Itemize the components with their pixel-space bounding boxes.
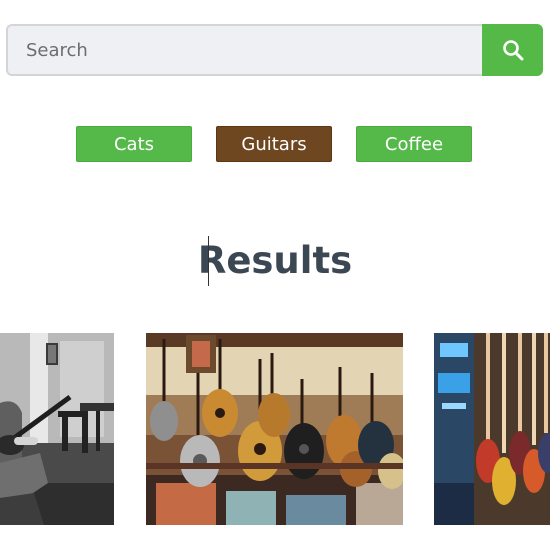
search-bar <box>6 24 543 76</box>
result-image-2[interactable] <box>146 333 403 525</box>
category-button-guitars[interactable]: Guitars <box>216 126 332 162</box>
results-heading: Results <box>197 239 353 282</box>
text-caret <box>208 236 209 286</box>
search-input[interactable] <box>6 24 482 76</box>
search-button[interactable] <box>482 24 543 76</box>
page: Cats Guitars Coffee Results <box>0 0 550 550</box>
result-image-3[interactable] <box>434 333 550 525</box>
category-button-cats[interactable]: Cats <box>76 126 192 162</box>
result-image-1[interactable] <box>0 333 114 525</box>
search-icon <box>502 40 523 61</box>
category-button-coffee[interactable]: Coffee <box>356 126 472 162</box>
